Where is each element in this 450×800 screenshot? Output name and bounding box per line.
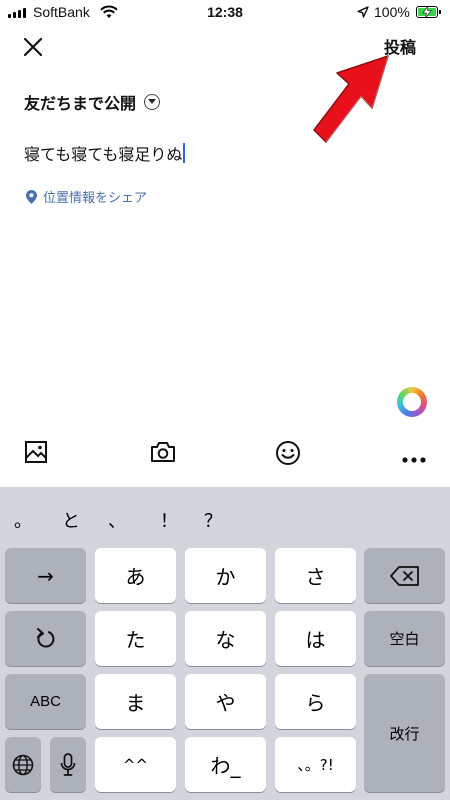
space-key[interactable]: 空白 — [364, 611, 445, 666]
text-cursor — [183, 143, 186, 163]
photo-button[interactable] — [24, 440, 48, 468]
undo-key[interactable] — [5, 611, 86, 666]
cursor-right-key[interactable]: → — [5, 548, 86, 603]
privacy-label: 友だちまで公開 — [24, 94, 137, 113]
suggestion-item[interactable]: 、 — [108, 507, 126, 533]
privacy-selector[interactable]: 友だちまで公開 — [24, 90, 161, 114]
globe-key[interactable] — [5, 737, 41, 792]
punctuation-key[interactable]: 、。?! — [275, 737, 356, 792]
key-a[interactable]: あ — [95, 548, 176, 603]
battery-percent: 100% — [374, 4, 410, 20]
key-wa[interactable]: わ_ — [185, 737, 266, 792]
key-ma[interactable]: ま — [95, 674, 176, 729]
close-button[interactable] — [20, 34, 46, 60]
globe-icon — [12, 754, 34, 775]
microphone-icon — [60, 752, 76, 776]
key-ya[interactable]: や — [185, 674, 266, 729]
delete-key[interactable] — [364, 548, 445, 603]
emoji-button[interactable] — [275, 440, 301, 470]
location-arrow-icon — [357, 6, 369, 18]
suggestion-item[interactable]: ？ — [204, 507, 222, 533]
battery-icon — [416, 6, 441, 18]
emoticon-key[interactable]: ^^ — [95, 737, 176, 792]
suggestion-bar: 。 と 、 ！ ？ — [0, 487, 450, 543]
more-button[interactable] — [401, 449, 427, 468]
close-icon — [23, 37, 43, 57]
key-ha[interactable]: は — [275, 611, 356, 666]
microphone-key[interactable] — [50, 737, 86, 792]
image-icon — [25, 441, 47, 463]
map-pin-icon — [26, 189, 37, 204]
color-palette-icon[interactable] — [397, 387, 427, 417]
camera-icon — [151, 442, 175, 462]
post-text-input[interactable]: 寝ても寝ても寝足りぬ — [24, 141, 186, 165]
key-ka[interactable]: か — [185, 548, 266, 603]
smiley-icon — [276, 441, 300, 465]
key-ra[interactable]: ら — [275, 674, 356, 729]
keyboard: 。 と 、 ！ ？ → あ か さ た な は 空白 ABC ま や ら 改行 — [0, 487, 450, 800]
key-ta[interactable]: た — [95, 611, 176, 666]
suggestion-item[interactable]: と — [62, 507, 80, 533]
camera-button[interactable] — [150, 440, 176, 468]
status-bar: SoftBank 12:38 100% — [0, 0, 450, 26]
more-dots-icon — [402, 457, 426, 463]
key-sa[interactable]: さ — [275, 548, 356, 603]
return-key[interactable]: 改行 — [364, 674, 445, 792]
annotation-arrow-icon — [313, 55, 389, 143]
share-location-link[interactable]: 位置情報をシェア — [26, 187, 147, 206]
share-location-label: 位置情報をシェア — [43, 191, 148, 206]
abc-key[interactable]: ABC — [5, 674, 86, 729]
chevron-down-icon — [144, 94, 161, 110]
backspace-icon — [389, 565, 419, 586]
suggestion-item[interactable]: 。 — [14, 507, 32, 533]
undo-icon — [36, 627, 54, 648]
key-na[interactable]: な — [185, 611, 266, 666]
post-text-content: 寝ても寝ても寝足りぬ — [24, 145, 183, 164]
suggestion-item[interactable]: ！ — [160, 507, 178, 533]
